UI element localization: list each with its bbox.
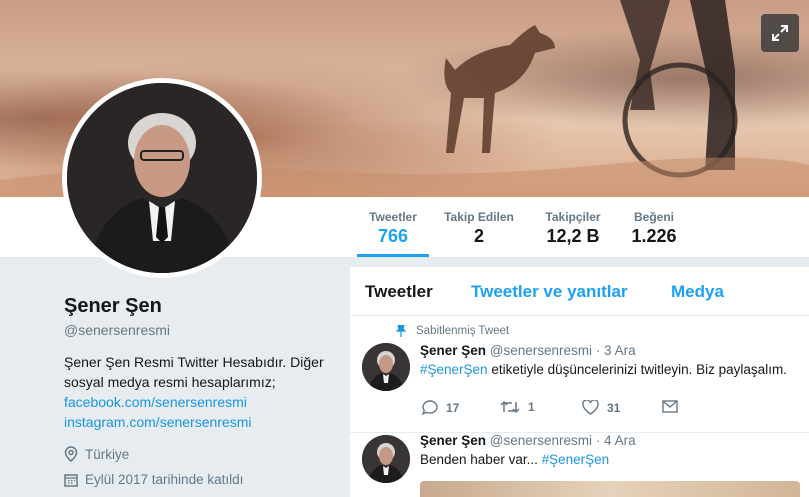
avatar-portrait — [67, 83, 257, 273]
tweet-avatar-image — [362, 435, 410, 483]
tab-tweets[interactable]: Tweetler — [365, 282, 433, 302]
profile-name[interactable]: Şener Şen — [64, 295, 334, 318]
location-text: Türkiye — [85, 446, 130, 462]
tweet-media-preview[interactable] — [420, 481, 800, 497]
tweet-author-handle[interactable]: @senersenresmi — [490, 433, 592, 448]
expand-banner-button[interactable] — [761, 14, 799, 52]
stat-following[interactable]: Takip Edilen 2 — [440, 197, 518, 257]
profile-location: Türkiye — [64, 446, 334, 462]
tweet-timeline: Tweetler Tweetler ve yanıtlar Medya Sabi… — [350, 267, 809, 497]
calendar-icon — [64, 473, 78, 487]
retweet-count: 1 — [528, 400, 535, 414]
like-button[interactable]: 31 — [582, 400, 620, 415]
stat-label: Beğeni — [633, 210, 674, 224]
envelope-icon — [662, 400, 678, 413]
tweet-author-name[interactable]: Şener Şen — [420, 433, 486, 448]
hashtag-link[interactable]: #ŞenerŞen — [420, 362, 488, 377]
stat-tweets[interactable]: Tweetler 766 — [357, 197, 429, 257]
profile-handle[interactable]: @senersenresmi — [64, 322, 334, 338]
profile-avatar[interactable] — [62, 78, 262, 278]
tweet-text: #ŞenerŞen etiketiyle düşüncelerinizi twi… — [420, 362, 787, 377]
like-count: 31 — [607, 400, 621, 415]
stat-label: Takip Edilen — [444, 210, 514, 224]
profile-joined: Eylül 2017 tarihinde katıldı — [64, 472, 334, 487]
expand-arrows-icon — [772, 25, 788, 41]
tweet-avatar[interactable] — [362, 343, 410, 391]
timeline-tabs: Tweetler Tweetler ve yanıtlar Medya — [350, 267, 809, 316]
tweet-date[interactable]: · 4 Ara — [596, 433, 636, 448]
tweet-avatar-image — [362, 343, 410, 391]
tweet-item[interactable]: Sabitlenmiş Tweet Şener Şen @senersenres… — [350, 316, 809, 433]
stat-likes[interactable]: Beğeni 1.226 — [626, 197, 682, 257]
reply-icon — [422, 400, 438, 415]
pinned-indicator: Sabitlenmiş Tweet — [396, 325, 509, 337]
bio-line: sosyal medya resmi hesaplarımız; — [64, 374, 276, 390]
tweet-text: Benden haber var... #ŞenerŞen — [420, 452, 609, 467]
tweet-header: Şener Şen @senersenresmi · 3 Ara — [420, 343, 636, 358]
tab-tweets-replies[interactable]: Tweetler ve yanıtlar — [471, 282, 628, 302]
tweet-author-handle[interactable]: @senersenresmi — [490, 343, 592, 358]
instagram-link[interactable]: instagram.com/senersenresmi — [64, 412, 334, 432]
direct-message-button[interactable] — [662, 400, 678, 413]
pin-icon — [396, 325, 406, 337]
facebook-link[interactable]: facebook.com/senersenresmi — [64, 392, 334, 412]
tweet-body: etiketiyle düşüncelerinizi twitleyin. Bi… — [487, 362, 787, 377]
stat-label: Tweetler — [369, 210, 417, 224]
stat-value: 2 — [473, 226, 484, 246]
retweet-icon — [500, 400, 520, 414]
stat-followers[interactable]: Takipçiler 12,2 B — [538, 197, 608, 257]
stat-value: 1.226 — [631, 226, 677, 246]
tab-media[interactable]: Medya — [671, 282, 724, 302]
tweet-date[interactable]: · 3 Ara — [596, 343, 636, 358]
hashtag-link[interactable]: #ŞenerŞen — [542, 452, 610, 467]
joined-text: Eylül 2017 tarihinde katıldı — [85, 472, 244, 487]
tweet-body: Benden haber var... — [420, 452, 542, 467]
profile-bio: Şener Şen Resmi Twitter Hesabıdır. Diğer… — [64, 352, 334, 432]
location-pin-icon — [64, 446, 78, 462]
profile-info: Şener Şen @senersenresmi Şener Şen Resmi… — [64, 295, 334, 487]
stat-value: 12,2 B — [546, 226, 600, 246]
tweet-author-name[interactable]: Şener Şen — [420, 343, 486, 358]
heart-icon — [582, 400, 599, 415]
reply-button[interactable]: 17 — [422, 400, 459, 415]
pinned-label: Sabitlenmiş Tweet — [416, 325, 510, 337]
bio-line: Şener Şen Resmi Twitter Hesabıdır. Diğer — [64, 354, 324, 370]
stat-value: 766 — [377, 226, 409, 246]
stat-label: Takipçiler — [545, 210, 601, 224]
tweet-item[interactable]: Şener Şen @senersenresmi · 4 Ara Benden … — [350, 433, 809, 497]
reply-count: 17 — [446, 400, 460, 415]
tweet-avatar[interactable] — [362, 435, 410, 483]
tweet-header: Şener Şen @senersenresmi · 4 Ara — [420, 433, 636, 448]
retweet-button[interactable]: 1 — [500, 400, 535, 414]
